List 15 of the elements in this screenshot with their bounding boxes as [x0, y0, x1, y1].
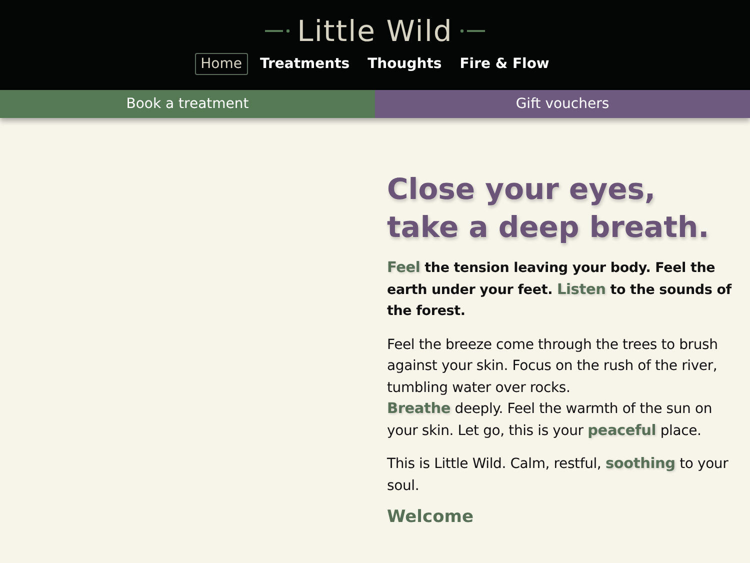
action-button[interactable]: Book a treatment — [0, 90, 375, 118]
site-logo[interactable]: Little Wild — [297, 12, 453, 50]
action-button[interactable]: Gift vouchers — [375, 90, 750, 118]
dash-dot-icon — [265, 27, 292, 35]
nav-link[interactable]: Treatments — [254, 53, 356, 75]
nav-link[interactable]: Home — [194, 53, 248, 75]
nav-link[interactable]: Fire & Flow — [454, 53, 556, 75]
section-heading: Welcome — [387, 507, 475, 527]
paragraph: Feel the breeze come through the trees to brush against your skin. Focus on the rush of the river, tumbling water over rocks. — [387, 336, 719, 398]
page-heading: Close your eyes, take a deep breath. — [387, 171, 710, 246]
dash-dot-icon — [458, 27, 485, 35]
paragraph: This is Little Wild. Calm, restful, soothing to your soul. — [387, 455, 730, 496]
paragraph: Breathe deeply. Feel the warmth of the sun on your skin. Let go, this is your peaceful place. — [387, 400, 714, 440]
nav-link[interactable]: Thoughts — [362, 53, 448, 75]
paragraph: Feel the tension leaving your body. Feel the earth under your feet. Listen to the sounds of the forest. — [387, 259, 733, 321]
